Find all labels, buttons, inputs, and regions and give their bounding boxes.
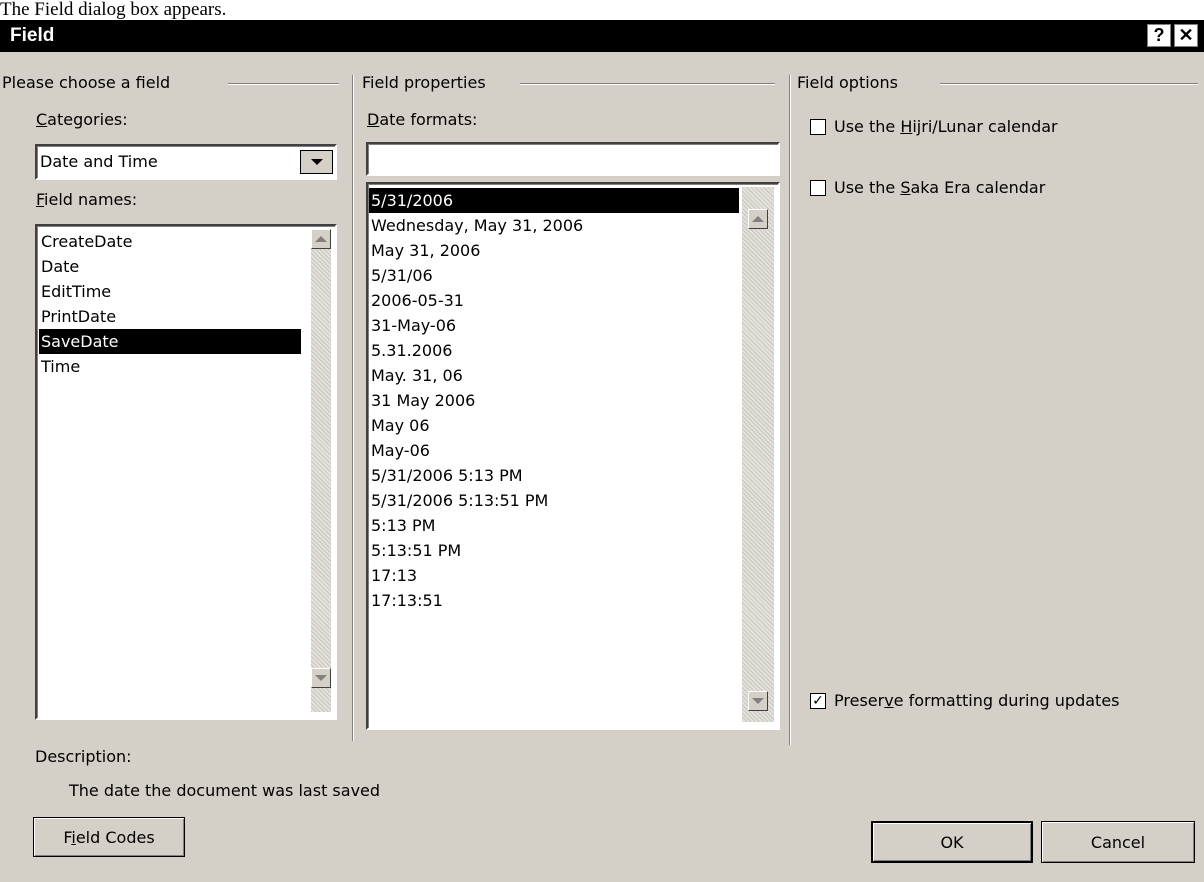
list-item[interactable]: 17:13:51: [369, 588, 739, 613]
date-formats-items: 5/31/2006 Wednesday, May 31, 2006 May 31…: [369, 188, 739, 613]
hijri-calendar-option[interactable]: Use the Hijri/Lunar calendar: [810, 117, 1058, 137]
preserve-formatting-label: Preserve formatting during updates: [834, 691, 1120, 710]
scroll-down-button[interactable]: [311, 668, 331, 688]
ok-button-label: OK: [940, 832, 964, 852]
cancel-button-label: Cancel: [1090, 832, 1146, 852]
list-item[interactable]: 5/31/06: [369, 263, 739, 288]
list-item[interactable]: 5/31/2006 5:13:51 PM: [369, 488, 739, 513]
field-options-group-label: Field options: [797, 73, 898, 92]
field-codes-button[interactable]: Field Codes: [33, 817, 185, 857]
list-item[interactable]: May-06: [369, 438, 739, 463]
field-names-scrollbar[interactable]: [311, 229, 331, 712]
group-separator-right: [789, 75, 791, 745]
saka-calendar-label: Use the Saka Era calendar: [834, 178, 1046, 197]
hijri-calendar-label: Use the Hijri/Lunar calendar: [834, 117, 1058, 136]
description-text: The date the document was last saved: [69, 781, 381, 800]
page-caption: The Field dialog box appears.: [0, 0, 227, 20]
field-codes-button-label: Field Codes: [63, 827, 155, 847]
list-item[interactable]: 31-May-06: [369, 313, 739, 338]
list-item[interactable]: 2006-05-31: [369, 288, 739, 313]
categories-label: Categories:: [36, 110, 128, 129]
list-item[interactable]: EditTime: [39, 279, 301, 304]
field-names-label: Field names:: [36, 190, 138, 209]
date-format-input[interactable]: [366, 142, 780, 176]
scroll-down-button[interactable]: [748, 691, 768, 711]
list-item[interactable]: May 31, 2006: [369, 238, 739, 263]
list-item[interactable]: 17:13: [369, 563, 739, 588]
saka-calendar-option[interactable]: Use the Saka Era calendar: [810, 178, 1045, 198]
triangle-down-icon: [752, 698, 764, 704]
categories-dropdown[interactable]: Date and Time: [35, 144, 337, 180]
preserve-formatting-checkbox[interactable]: ✓: [810, 693, 826, 709]
date-formats-scrollbar[interactable]: [742, 187, 774, 722]
field-properties-group-label: Field properties: [362, 73, 486, 92]
categories-value: Date and Time: [40, 152, 158, 171]
cancel-button[interactable]: Cancel: [1041, 821, 1195, 863]
preserve-formatting-option[interactable]: ✓ Preserve formatting during updates: [810, 691, 1120, 711]
list-item[interactable]: Time: [39, 354, 301, 379]
checkmark-icon: ✓: [812, 693, 824, 709]
list-item[interactable]: 5:13:51 PM: [369, 538, 739, 563]
list-item-selected[interactable]: 5/31/2006: [369, 188, 739, 213]
list-item[interactable]: CreateDate: [39, 229, 301, 254]
ok-button[interactable]: OK: [871, 821, 1033, 863]
field-properties-group-line: [520, 83, 775, 85]
field-names-list[interactable]: CreateDate Date EditTime PrintDate SaveD…: [35, 224, 337, 720]
list-item[interactable]: 5.31.2006: [369, 338, 739, 363]
triangle-up-icon: [315, 236, 327, 242]
list-item[interactable]: 5/31/2006 5:13 PM: [369, 463, 739, 488]
dialog-title: Field: [10, 25, 55, 46]
hijri-calendar-checkbox[interactable]: [810, 119, 826, 135]
triangle-up-icon: [752, 216, 764, 222]
title-bar: Field ? ✕: [0, 20, 1204, 52]
help-icon: ?: [1153, 25, 1165, 45]
choose-field-group-line: [228, 83, 339, 85]
triangle-down-icon: [315, 675, 327, 681]
list-item[interactable]: Wednesday, May 31, 2006: [369, 213, 739, 238]
field-dialog: Field ? ✕ Please choose a field Categori…: [0, 20, 1204, 882]
categories-dropdown-button[interactable]: [300, 150, 333, 174]
scroll-up-button[interactable]: [311, 229, 331, 249]
list-item[interactable]: 31 May 2006: [369, 388, 739, 413]
list-item-selected[interactable]: SaveDate: [39, 329, 301, 354]
list-item[interactable]: Date: [39, 254, 301, 279]
help-button[interactable]: ?: [1147, 24, 1171, 47]
field-names-items: CreateDate Date EditTime PrintDate SaveD…: [39, 229, 301, 379]
chevron-down-icon: [310, 159, 323, 165]
list-item[interactable]: PrintDate: [39, 304, 301, 329]
scroll-up-button[interactable]: [748, 209, 768, 229]
group-separator-left: [352, 75, 354, 741]
date-formats-label: Date formats:: [367, 110, 478, 129]
close-icon: ✕: [1178, 25, 1194, 45]
field-options-group-line: [940, 83, 1198, 85]
choose-field-group-label: Please choose a field: [2, 73, 171, 92]
list-item[interactable]: 5:13 PM: [369, 513, 739, 538]
close-button[interactable]: ✕: [1174, 24, 1198, 47]
list-item[interactable]: May. 31, 06: [369, 363, 739, 388]
saka-calendar-checkbox[interactable]: [810, 180, 826, 196]
description-label: Description:: [35, 747, 132, 766]
date-formats-list[interactable]: 5/31/2006 Wednesday, May 31, 2006 May 31…: [366, 182, 780, 730]
list-item[interactable]: May 06: [369, 413, 739, 438]
